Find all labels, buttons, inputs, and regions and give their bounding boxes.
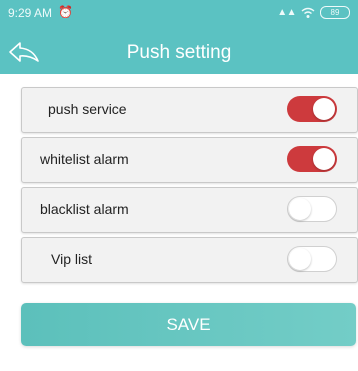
setting-row-whitelist-alarm: whitelist alarm xyxy=(21,137,358,183)
page-title: Push setting xyxy=(126,42,232,63)
blacklist-alarm-toggle[interactable] xyxy=(287,196,337,222)
vip-list-toggle[interactable] xyxy=(287,246,337,272)
setting-label: blacklist alarm xyxy=(40,201,129,217)
toggle-knob xyxy=(289,198,311,220)
setting-label: Vip list xyxy=(51,251,92,267)
toggle-knob xyxy=(313,148,335,170)
whitelist-alarm-toggle[interactable] xyxy=(287,146,337,172)
toggle-knob xyxy=(313,98,335,120)
wifi-icon xyxy=(301,7,315,18)
push-service-toggle[interactable] xyxy=(287,96,337,122)
status-time: 9:29 AM xyxy=(8,6,53,20)
signal-icon: ▲▲ xyxy=(277,7,296,18)
alarm-clock-icon: ⏰ xyxy=(58,5,73,19)
status-bar: 9:29 AM ⏰ ▲▲ 89 xyxy=(8,5,350,24)
setting-label: whitelist alarm xyxy=(40,151,129,167)
app-header: 9:29 AM ⏰ ▲▲ 89 Push setting xyxy=(0,0,358,74)
setting-row-blacklist-alarm: blacklist alarm xyxy=(21,187,358,233)
setting-label: push service xyxy=(48,101,127,117)
save-button[interactable]: SAVE xyxy=(21,303,356,346)
setting-row-vip-list: Vip list xyxy=(21,237,358,283)
setting-row-push-service: push service xyxy=(21,87,358,133)
battery-icon: 89 xyxy=(320,6,350,19)
toggle-knob xyxy=(289,248,311,270)
